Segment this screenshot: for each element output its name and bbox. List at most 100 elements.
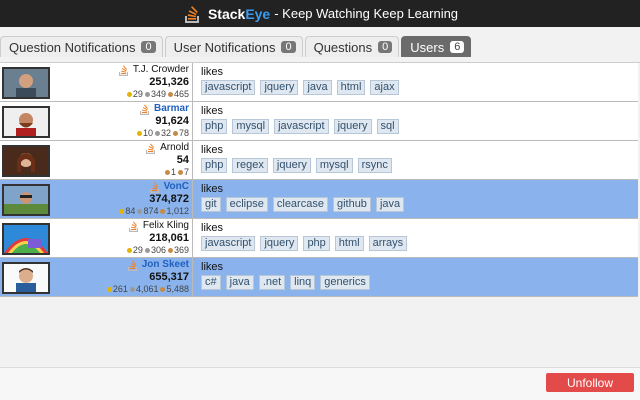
bronze-count: 465 [173,89,189,99]
user-meta: Felix Kling 218,061 29 306 369 [125,220,189,256]
user-row[interactable]: T.J. Crowder 251,326 29 349 465 likes java… [0,63,638,102]
tab-count-badge: 0 [141,41,156,53]
badge-counts: 29 349 465 [118,88,189,100]
tag-chip[interactable]: ajax [370,80,399,95]
user-name[interactable]: VonC [117,181,189,193]
tag-chip[interactable]: jquery [333,119,372,134]
tag-chip[interactable]: php [201,158,228,173]
tab-question-notifications[interactable]: Question Notifications 0 [0,36,163,57]
user-info-cell: T.J. Crowder 251,326 29 349 465 [0,63,193,101]
bronze-count: 1 [170,167,176,177]
tag-chip[interactable]: mysql [232,119,270,134]
avatar[interactable] [2,144,50,177]
avatar[interactable] [2,222,50,255]
user-info-cell: VonC 374,872 84 874 1,012 [0,180,193,218]
bronze-badge-icon [160,209,166,215]
user-name[interactable]: Felix Kling [125,220,189,232]
likes-cell: likes php regex jquery mysql rsync [193,141,638,179]
avatar[interactable] [2,183,50,216]
user-info-cell: Jon Skeet 655,317 261 4,061 5,488 [0,258,193,296]
likes-label: likes [201,183,224,195]
tab-user-notifications[interactable]: User Notifications 0 [164,36,303,57]
reputation: 655,317 [149,271,189,283]
tag-chip[interactable]: php [303,236,330,251]
silver-count: 32 [160,128,171,138]
tag-chip[interactable]: html [334,236,364,251]
silver-badge-icon [137,209,143,215]
tag-list: javascript jquery php html arrays [201,236,638,251]
gold-badge-icon [136,131,142,137]
tag-chip[interactable]: clearcase [272,197,328,212]
tag-chip[interactable]: mysql [315,158,353,173]
stackoverflow-icon [128,220,138,232]
tag-chip[interactable]: eclipse [225,197,268,212]
tag-chip[interactable]: java [225,275,254,290]
tag-chip[interactable]: html [336,80,366,95]
user-name-text: T.J. Crowder [132,64,189,75]
stackoverflow-icon [146,142,156,154]
user-row[interactable]: Jon Skeet 655,317 261 4,061 5,488 likes c#… [0,258,638,297]
stackoverflow-icon [149,181,159,193]
user-meta: T.J. Crowder 251,326 29 349 465 [118,64,189,100]
bronze-badge-icon [167,248,173,254]
gold-count: 10 [142,128,153,138]
unfollow-button[interactable]: Unfollow [546,373,634,392]
tab-users[interactable]: Users 6 [401,36,472,57]
user-row[interactable]: VonC 374,872 84 874 1,012 likes git eclipse… [0,180,638,219]
likes-cell: likes git eclipse clearcase github java [193,180,638,218]
tag-chip[interactable]: c# [201,275,221,290]
user-row[interactable]: Barmar 91,624 10 32 78 likes php mysql javas… [0,102,638,141]
tag-chip[interactable]: regex [232,158,268,173]
user-name-text: Jon Skeet [141,259,189,270]
tag-chip[interactable]: jquery [260,236,299,251]
gold-badge-icon [126,92,132,98]
avatar[interactable] [2,66,50,99]
tag-chip[interactable]: java [303,80,332,95]
tag-chip[interactable]: javascript [201,236,256,251]
likes-cell: likes php mysql javascript jquery sql [193,102,638,140]
tag-chip[interactable]: sql [376,119,399,134]
tag-chip[interactable]: javascript [201,80,256,95]
bronze-count: 1,012 [166,206,189,216]
tag-list: c# java .net linq generics [201,275,638,290]
reputation: 374,872 [149,193,189,205]
silver-badge-icon [144,92,150,98]
user-row[interactable]: Arnold 54 17 likes php regex jquery mysql rs… [0,141,638,180]
tab-count-badge: 6 [450,41,465,53]
tag-chip[interactable]: git [201,197,221,212]
user-row[interactable]: Felix Kling 218,061 29 306 369 likes javas… [0,219,638,258]
tab-bar: Question Notifications 0 User Notificatio… [0,27,640,63]
user-name[interactable]: T.J. Crowder [118,64,189,76]
tag-chip[interactable]: github [332,197,371,212]
user-name-text: VonC [163,181,189,192]
likes-cell: likes javascript jquery java html ajax [193,63,638,101]
tag-chip[interactable]: linq [290,275,316,290]
tag-chip[interactable]: java [375,197,405,212]
avatar[interactable] [2,261,50,294]
tag-chip[interactable]: php [201,119,228,134]
tag-chip[interactable]: jquery [260,80,299,95]
likes-label: likes [201,66,224,78]
tag-chip[interactable]: jquery [272,158,311,173]
bronze-badge-icon [172,131,178,137]
gold-count: 29 [132,245,143,255]
silver-badge-icon [154,131,160,137]
tag-chip[interactable]: javascript [274,119,329,134]
tag-list: php mysql javascript jquery sql [201,119,638,134]
tag-chip[interactable]: .net [258,275,286,290]
tab-questions[interactable]: Questions 0 [304,36,400,57]
user-name[interactable]: Barmar [135,103,189,115]
user-name[interactable]: Arnold [145,142,189,154]
reputation: 218,061 [149,232,189,244]
tag-list: php regex jquery mysql rsync [201,158,638,173]
badge-counts: 17 [145,166,189,178]
avatar[interactable] [2,105,50,138]
bronze-badge-icon [160,287,166,293]
user-info-cell: Felix Kling 218,061 29 306 369 [0,219,193,257]
tag-chip[interactable]: generics [320,275,370,290]
tag-chip[interactable]: arrays [368,236,408,251]
tag-chip[interactable]: rsync [357,158,392,173]
bronze-count: 369 [173,245,189,255]
tag-list: git eclipse clearcase github java [201,197,638,212]
user-name[interactable]: Jon Skeet [105,259,189,271]
